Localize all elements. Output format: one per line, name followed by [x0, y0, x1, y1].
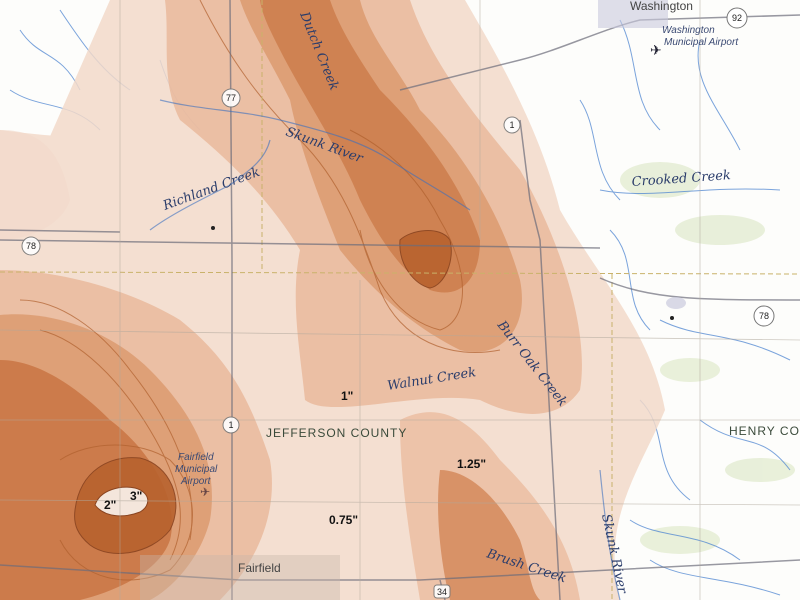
rain-label-2in: 2" — [104, 498, 116, 512]
label-fairfield-airport-2: Municipal — [175, 464, 218, 475]
location-marker — [670, 316, 674, 320]
airplane-icon-fairfield: ✈ — [200, 485, 210, 499]
rain-label-0-75in: 0.75" — [329, 513, 358, 527]
airplane-icon-washington: ✈ — [650, 43, 662, 59]
rain-label-1in: 1" — [341, 389, 353, 403]
route-shield-1-south[interactable]: 1 — [222, 416, 240, 434]
label-washington-airport-2: Municipal Airport — [664, 37, 739, 48]
label-jefferson-county: JEFFERSON COUNTY — [266, 426, 407, 440]
route-shield-92[interactable]: 92 — [726, 7, 748, 29]
label-fairfield-airport-1: Fairfield — [178, 452, 214, 463]
rain-label-1-25in: 1.25" — [457, 457, 486, 471]
location-marker — [211, 226, 215, 230]
svg-text:92: 92 — [732, 13, 742, 23]
rain-label-3in: 3" — [130, 489, 142, 503]
svg-text:34: 34 — [437, 587, 447, 597]
svg-text:78: 78 — [26, 241, 36, 251]
route-shield-1-north[interactable]: 1 — [503, 116, 521, 134]
route-shield-77[interactable]: 77 — [221, 88, 241, 108]
rainfall-map[interactable]: ✈ ✈ 92 77 1 78 78 1 34 Washington Washin… — [0, 0, 800, 600]
route-shield-78-west[interactable]: 78 — [21, 236, 41, 256]
svg-text:1: 1 — [509, 120, 514, 130]
svg-text:77: 77 — [226, 93, 236, 103]
svg-text:1: 1 — [228, 420, 233, 430]
label-washington-airport-1: Washington — [662, 25, 715, 36]
label-henry-county: HENRY COU — [729, 424, 800, 438]
route-shield-78-east[interactable]: 78 — [753, 305, 775, 327]
label-washington: Washington — [630, 0, 693, 13]
label-fairfield-airport-3: Airport — [180, 476, 212, 487]
svg-text:78: 78 — [759, 311, 769, 321]
route-shield-34[interactable]: 34 — [433, 584, 451, 599]
label-fairfield: Fairfield — [238, 561, 281, 575]
